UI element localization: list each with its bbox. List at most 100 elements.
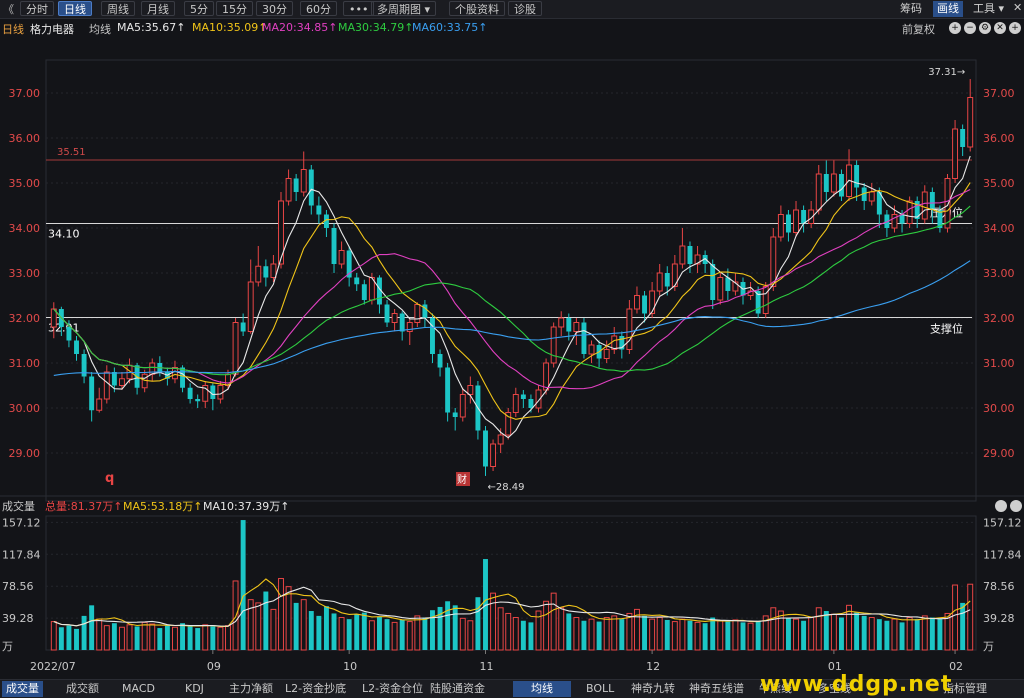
candle-body[interactable] xyxy=(603,349,610,359)
candle-body[interactable] xyxy=(103,371,110,400)
volume-bar[interactable] xyxy=(619,619,625,650)
toolbar-btn-7[interactable]: 60分 xyxy=(300,1,337,16)
volume-bar[interactable] xyxy=(785,617,791,650)
volume-bar[interactable] xyxy=(732,619,739,651)
candle-body[interactable] xyxy=(66,327,72,341)
candle-body[interactable] xyxy=(483,430,488,467)
volume-bar[interactable] xyxy=(694,621,701,651)
volume-bar[interactable] xyxy=(528,622,534,650)
toolbar-btn-2[interactable]: 周线 xyxy=(101,1,135,16)
volume-bar[interactable] xyxy=(550,592,557,651)
tab-right-3[interactable]: 神奇五线谱 xyxy=(685,681,748,697)
volume-bar[interactable] xyxy=(505,612,512,651)
volume-bar[interactable] xyxy=(50,621,57,651)
volume-bar[interactable] xyxy=(740,622,746,650)
candle-body[interactable] xyxy=(823,174,829,192)
volume-bar[interactable] xyxy=(118,626,125,651)
volume-bar[interactable] xyxy=(225,625,231,651)
candle-body[interactable] xyxy=(89,376,95,411)
candle-body[interactable] xyxy=(338,250,345,265)
settings-icon[interactable]: ⚙ xyxy=(979,22,991,34)
candle-body[interactable] xyxy=(944,178,951,229)
candle-body[interactable] xyxy=(293,178,299,193)
volume-bar[interactable] xyxy=(391,621,398,651)
volume-bar[interactable] xyxy=(172,626,178,651)
candle-body[interactable] xyxy=(384,304,390,323)
candle-body[interactable] xyxy=(838,174,844,197)
volume-bar[interactable] xyxy=(543,600,550,651)
volume-bar[interactable] xyxy=(649,618,656,651)
candle-body[interactable] xyxy=(399,313,405,332)
tab-left-2[interactable]: MACD xyxy=(118,681,159,697)
volume-bar[interactable] xyxy=(134,626,140,650)
volume-bar[interactable] xyxy=(952,584,959,651)
candle-body[interactable] xyxy=(111,372,117,386)
candle-body[interactable] xyxy=(180,367,186,388)
volume-bar[interactable] xyxy=(195,628,201,650)
toolbar-btn-1[interactable]: 日线 xyxy=(58,1,92,16)
volume-bar[interactable] xyxy=(180,623,186,650)
candle-body[interactable] xyxy=(801,210,807,224)
volume-bar[interactable] xyxy=(285,586,292,651)
candle-body[interactable] xyxy=(854,165,860,188)
tab-left-6[interactable]: L2-资金仓位 xyxy=(358,681,427,697)
candle-body[interactable] xyxy=(331,228,337,264)
back-icon[interactable]: 《 xyxy=(3,1,14,17)
candle-body[interactable] xyxy=(118,378,125,386)
candle-body[interactable] xyxy=(96,398,103,411)
toolbar-btn-11[interactable]: 诊股 xyxy=(508,1,542,16)
expand-icon[interactable]: + xyxy=(1009,22,1021,34)
candle-body[interactable] xyxy=(581,322,587,355)
event-marker-q[interactable]: q xyxy=(105,471,114,486)
volume-bar[interactable] xyxy=(445,601,451,650)
candle-body[interactable] xyxy=(960,129,966,147)
volume-bar[interactable] xyxy=(838,617,844,650)
candle-body[interactable] xyxy=(725,277,731,292)
volume-bar[interactable] xyxy=(103,625,110,651)
volume-bar[interactable] xyxy=(202,624,209,651)
volume-bar[interactable] xyxy=(929,617,935,650)
volume-bar[interactable] xyxy=(126,624,133,651)
volume-bar[interactable] xyxy=(967,583,974,651)
candle-body[interactable] xyxy=(520,394,526,400)
candle-body[interactable] xyxy=(634,295,640,310)
tab-left-7[interactable]: 陆股通资金 xyxy=(426,681,489,697)
volume-bar[interactable] xyxy=(497,607,504,651)
candle-body[interactable] xyxy=(430,318,435,354)
volume-bar[interactable] xyxy=(801,620,807,650)
volume-bar[interactable] xyxy=(217,626,224,651)
candle-body[interactable] xyxy=(247,281,254,332)
volume-bar[interactable] xyxy=(921,615,928,651)
volume-bar[interactable] xyxy=(861,615,867,650)
volume-bar[interactable] xyxy=(671,621,678,651)
volume-bar[interactable] xyxy=(512,617,519,651)
candle-body[interactable] xyxy=(785,214,791,233)
volume-bar[interactable] xyxy=(300,599,307,651)
tab-left-0[interactable]: 成交量 xyxy=(2,681,43,697)
volume-bar[interactable] xyxy=(603,617,610,651)
tools-menu[interactable]: 工具 ▾ xyxy=(973,1,1004,17)
volume-bar[interactable] xyxy=(414,615,421,651)
candle-body[interactable] xyxy=(868,191,875,202)
candle-body[interactable] xyxy=(497,434,504,445)
volume-bar[interactable] xyxy=(149,623,156,651)
volume-bar[interactable] xyxy=(490,592,497,651)
volume-bar[interactable] xyxy=(899,622,905,650)
volume-close-icon[interactable] xyxy=(995,500,1007,512)
volume-bar[interactable] xyxy=(308,611,314,650)
volume-bar[interactable] xyxy=(293,602,299,650)
volume-bar[interactable] xyxy=(157,628,163,650)
volume-bar[interactable] xyxy=(66,625,72,650)
candle-body[interactable] xyxy=(459,394,466,418)
volume-bar[interactable] xyxy=(331,613,337,650)
volume-bar[interactable] xyxy=(376,616,382,650)
candle-body[interactable] xyxy=(300,169,307,193)
volume-bar[interactable] xyxy=(960,602,966,650)
candle-body[interactable] xyxy=(172,367,178,380)
candle-body[interactable] xyxy=(967,97,974,148)
candle-body[interactable] xyxy=(210,385,216,400)
candle-body[interactable] xyxy=(642,295,648,314)
candle-body[interactable] xyxy=(74,340,79,355)
adjust-mode[interactable]: 前复权 xyxy=(902,21,935,37)
volume-bar[interactable] xyxy=(240,520,246,650)
